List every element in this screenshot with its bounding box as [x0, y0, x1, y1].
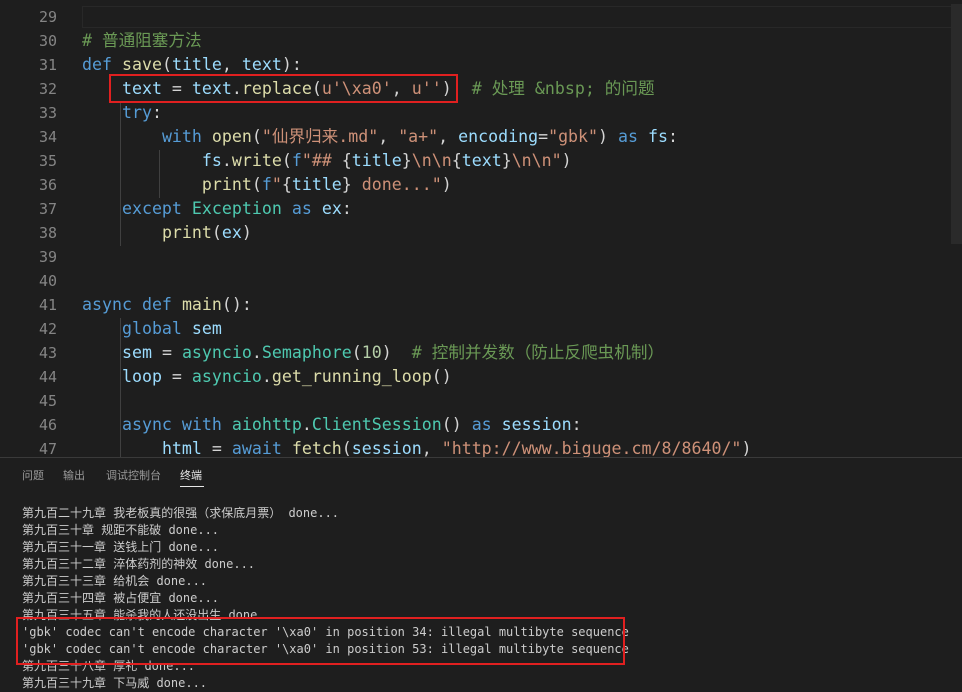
line-number-gutter: 29 30 31 32 33 34 35 36 37 38 39 40 41 4… — [0, 0, 70, 457]
filename-string: "仙界归来.md" — [261, 127, 379, 146]
line-number: 35 — [38, 152, 57, 170]
annotation-box-errors — [16, 617, 625, 665]
line-number: 29 — [38, 8, 57, 26]
code-line-34: with open("仙界归来.md", "a+", encoding="gbk… — [161, 127, 678, 146]
line-number: 41 — [38, 296, 57, 314]
code-editor[interactable]: 29 30 31 32 33 34 35 36 37 38 39 40 41 4… — [0, 0, 962, 457]
line-number: 36 — [38, 176, 57, 194]
line-number: 31 — [38, 56, 57, 74]
code-line-37: except Exception as ex: — [121, 199, 352, 218]
code-comment: # 控制并发数（防止反爬虫机制） — [411, 343, 665, 362]
line-number: 37 — [38, 200, 57, 218]
code-line-33: try: — [121, 103, 162, 122]
line-number: 33 — [38, 104, 57, 122]
terminal-line: 第九百三十三章 给机会 done... — [22, 574, 208, 588]
line-number: 39 — [38, 248, 57, 266]
line-number: 38 — [38, 224, 57, 242]
terminal-line: 第九百三十九章 下马威 done... — [22, 676, 208, 690]
code-line-44: loop = asyncio.get_running_loop() — [121, 367, 452, 386]
line-number: 45 — [38, 392, 57, 410]
code-line-36: print(f"{title} done...") — [201, 175, 452, 194]
annotation-box-code — [109, 74, 458, 103]
code-comment: # 处理 &nbsp; 的问题 — [471, 79, 655, 98]
code-comment: # 普通阻塞方法 — [82, 31, 202, 50]
line-number: 30 — [38, 32, 57, 50]
editor-scrollbar[interactable] — [951, 4, 962, 244]
current-line-highlight — [82, 6, 956, 28]
url-string: "http://www.biguge.cm/8/8640/" — [441, 439, 742, 457]
panel-tabs: 问题 输出 调试控制台 终端 — [0, 458, 962, 492]
line-number: 40 — [38, 272, 57, 290]
line-number: 42 — [38, 320, 57, 338]
terminal-line: 第九百三十四章 被占便宜 done... — [22, 591, 220, 605]
code-line-38: print(ex) — [161, 223, 252, 242]
line-number: 44 — [38, 368, 57, 386]
code-line-35: fs.write(f"## {title}\n\n{text}\n\n") — [201, 151, 572, 170]
tab-debug-console[interactable]: 调试控制台 — [106, 467, 161, 483]
tab-terminal[interactable]: 终端 — [180, 467, 202, 483]
line-number: 43 — [38, 344, 57, 362]
code-line-46: async with aiohttp.ClientSession() as se… — [121, 415, 582, 434]
line-number: 47 — [38, 440, 57, 457]
line-number: 46 — [38, 416, 57, 434]
code-line-30: # 普通阻塞方法 — [82, 29, 202, 53]
terminal-line: 第九百三十一章 送钱上门 done... — [22, 540, 220, 554]
terminal-line: 第九百三十章 规距不能破 done... — [22, 523, 220, 537]
tab-output[interactable]: 输出 — [63, 467, 85, 483]
line-number: 32 — [38, 80, 57, 98]
code-line-47: html = await fetch(session, "http://www.… — [161, 439, 752, 457]
active-tab-indicator — [180, 486, 204, 487]
line-number: 34 — [38, 128, 57, 146]
code-line-43: sem = asyncio.Semaphore(10) # 控制并发数（防止反爬… — [121, 343, 665, 362]
terminal-line: 第九百二十九章 我老板真的很强（求保底月票） done... — [22, 506, 340, 520]
code-line-41: async def main(): — [82, 295, 252, 314]
code-line-42: global sem — [121, 319, 222, 338]
tab-problems[interactable]: 问题 — [22, 467, 44, 483]
terminal-line: 第九百三十二章 淬体药剂的神效 done... — [22, 557, 256, 571]
